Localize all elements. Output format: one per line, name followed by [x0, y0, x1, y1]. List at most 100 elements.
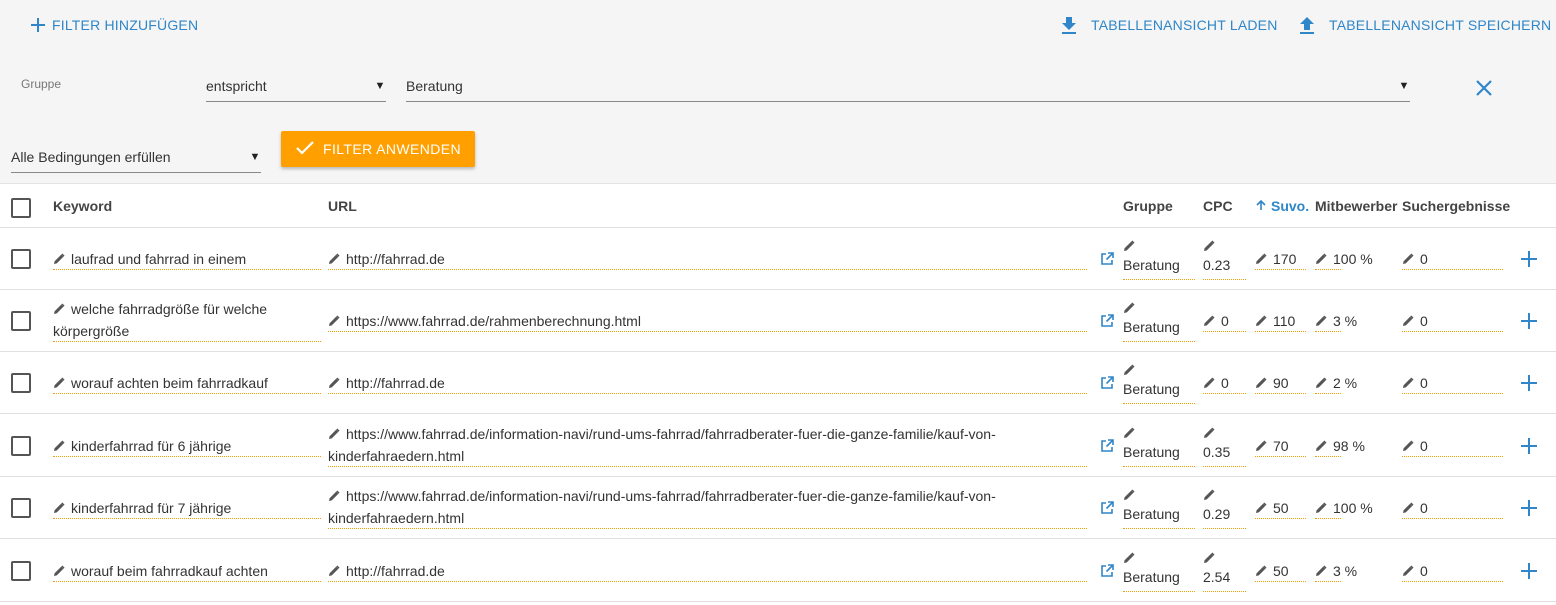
- remove-filter-close-icon[interactable]: [1472, 76, 1496, 100]
- keyword-text: welche fahrradgröße für welche körpergrö…: [53, 301, 268, 339]
- toolbar: FILTER HINZUFÜGEN TABELLENANSICHT LADEN …: [0, 0, 1556, 60]
- keyword-cell[interactable]: kinderfahrrad für 6 jährige: [53, 435, 321, 457]
- external-link-icon[interactable]: [1100, 501, 1114, 515]
- cpc-cell[interactable]: 0.23: [1203, 238, 1246, 280]
- keyword-cell[interactable]: worauf beim fahrradkauf achten: [53, 560, 321, 582]
- suchergebnisse-cell[interactable]: 0: [1402, 497, 1503, 519]
- pencil-icon: [1203, 427, 1215, 439]
- pencil-icon: [53, 502, 65, 514]
- mitbewerber-cell[interactable]: 100 %: [1315, 497, 1373, 519]
- gruppe-cell[interactable]: Beratung: [1123, 425, 1195, 467]
- row-checkbox[interactable]: [11, 561, 31, 581]
- external-link-icon[interactable]: [1100, 252, 1114, 266]
- keyword-cell[interactable]: laufrad und fahrrad in einem: [53, 248, 321, 270]
- suchergebnisse-cell[interactable]: 0: [1402, 560, 1503, 582]
- suvo-text: 50: [1273, 500, 1289, 516]
- suchergebnisse-cell[interactable]: 0: [1402, 372, 1503, 394]
- url-text: http://fahrrad.de: [346, 251, 445, 267]
- header-url[interactable]: URL: [328, 184, 357, 228]
- external-link-icon[interactable]: [1100, 314, 1114, 328]
- keyword-cell[interactable]: welche fahrradgröße für welche körpergrö…: [53, 298, 321, 342]
- suvo-cell[interactable]: 50: [1255, 560, 1306, 582]
- url-cell[interactable]: https://www.fahrrad.de/information-navi/…: [328, 485, 1087, 529]
- row-checkbox[interactable]: [11, 311, 31, 331]
- select-all-checkbox[interactable]: [11, 198, 31, 218]
- pencil-icon: [1255, 440, 1267, 452]
- pencil-icon: [53, 253, 65, 265]
- pencil-icon: [53, 440, 65, 452]
- suvo-cell[interactable]: 90: [1255, 372, 1306, 394]
- suchergebnisse-cell[interactable]: 0: [1402, 248, 1503, 270]
- pencil-icon: [1315, 315, 1327, 327]
- pencil-icon: [1315, 502, 1327, 514]
- header-suvo[interactable]: Suvo.: [1255, 184, 1309, 228]
- row-checkbox[interactable]: [11, 249, 31, 269]
- pencil-icon: [1255, 315, 1267, 327]
- header-gruppe[interactable]: Gruppe: [1123, 184, 1173, 228]
- gruppe-cell[interactable]: Beratung: [1123, 238, 1195, 280]
- suchergebnisse-text: 0: [1420, 375, 1428, 391]
- external-link-icon[interactable]: [1100, 376, 1114, 390]
- url-cell[interactable]: http://fahrrad.de: [328, 560, 1087, 582]
- gruppe-cell[interactable]: Beratung: [1123, 362, 1195, 404]
- suvo-text: 170: [1273, 251, 1297, 267]
- keyword-cell[interactable]: kinderfahrrad für 7 jährige: [53, 497, 321, 519]
- gruppe-cell[interactable]: Beratung: [1123, 300, 1195, 342]
- row-checkbox[interactable]: [11, 498, 31, 518]
- keyword-cell[interactable]: worauf achten beim fahrradkauf: [53, 372, 321, 394]
- pencil-icon: [1123, 240, 1135, 252]
- mitbewerber-cell[interactable]: 3 %: [1315, 560, 1357, 582]
- header-cpc[interactable]: CPC: [1203, 184, 1233, 228]
- cpc-cell[interactable]: 0: [1203, 372, 1246, 394]
- add-row-plus-icon[interactable]: [1520, 437, 1538, 455]
- mitbewerber-cell[interactable]: 3 %: [1315, 310, 1357, 332]
- url-cell[interactable]: https://www.fahrrad.de/rahmenberechnung.…: [328, 310, 1087, 332]
- filter-value-select[interactable]: Beratung ▼: [406, 60, 1410, 102]
- mitbewerber-cell[interactable]: 100 %: [1315, 248, 1373, 270]
- mitbewerber-text: 100 %: [1333, 500, 1373, 516]
- header-suchergebnisse[interactable]: Suchergebnisse: [1402, 184, 1510, 228]
- add-row-plus-icon[interactable]: [1520, 499, 1538, 517]
- url-cell[interactable]: http://fahrrad.de: [328, 248, 1087, 270]
- apply-filter-button[interactable]: FILTER ANWENDEN: [281, 131, 475, 167]
- mitbewerber-cell[interactable]: 98 %: [1315, 435, 1365, 457]
- add-row-plus-icon[interactable]: [1520, 374, 1538, 392]
- save-view-button[interactable]: TABELLENANSICHT SPEICHERN: [1299, 0, 1551, 50]
- header-keyword[interactable]: Keyword: [53, 184, 112, 228]
- cpc-cell[interactable]: 0: [1203, 310, 1246, 332]
- pencil-icon: [328, 315, 340, 327]
- external-link-icon[interactable]: [1100, 439, 1114, 453]
- url-cell[interactable]: https://www.fahrrad.de/information-navi/…: [328, 423, 1087, 467]
- url-cell[interactable]: http://fahrrad.de: [328, 372, 1087, 394]
- table-row: kinderfahrrad für 7 jährige https://www.…: [0, 477, 1556, 539]
- suvo-cell[interactable]: 110: [1255, 310, 1306, 332]
- load-view-button[interactable]: TABELLENANSICHT LADEN: [1061, 0, 1278, 50]
- external-link-icon[interactable]: [1100, 564, 1114, 578]
- add-filter-button[interactable]: FILTER HINZUFÜGEN: [30, 0, 198, 50]
- add-row-plus-icon[interactable]: [1520, 312, 1538, 330]
- suvo-cell[interactable]: 50: [1255, 497, 1306, 519]
- add-row-plus-icon[interactable]: [1520, 562, 1538, 580]
- suvo-cell[interactable]: 170: [1255, 248, 1306, 270]
- cpc-cell[interactable]: 2.54: [1203, 550, 1246, 592]
- row-checkbox[interactable]: [11, 373, 31, 393]
- filter-operator-select[interactable]: entspricht ▼: [206, 60, 386, 102]
- suchergebnisse-cell[interactable]: 0: [1402, 435, 1503, 457]
- suchergebnisse-cell[interactable]: 0: [1402, 310, 1503, 332]
- dropdown-caret-icon: ▼: [374, 79, 386, 92]
- header-mitbewerber[interactable]: Mitbewerber: [1315, 184, 1397, 228]
- header-suvo-label: Suvo.: [1271, 198, 1310, 214]
- keyword-text: worauf beim fahrradkauf achten: [71, 563, 268, 579]
- gruppe-cell[interactable]: Beratung: [1123, 550, 1195, 592]
- condition-mode-select[interactable]: Alle Bedingungen erfüllen ▼: [11, 131, 261, 173]
- cpc-cell[interactable]: 0.35: [1203, 425, 1246, 467]
- add-row-plus-icon[interactable]: [1520, 250, 1538, 268]
- pencil-icon: [1203, 489, 1215, 501]
- suvo-cell[interactable]: 70: [1255, 435, 1306, 457]
- gruppe-cell[interactable]: Beratung: [1123, 487, 1195, 529]
- mitbewerber-cell[interactable]: 2 %: [1315, 372, 1357, 394]
- pencil-icon: [53, 377, 65, 389]
- cpc-cell[interactable]: 0.29: [1203, 487, 1246, 529]
- suvo-text: 110: [1273, 313, 1296, 329]
- row-checkbox[interactable]: [11, 436, 31, 456]
